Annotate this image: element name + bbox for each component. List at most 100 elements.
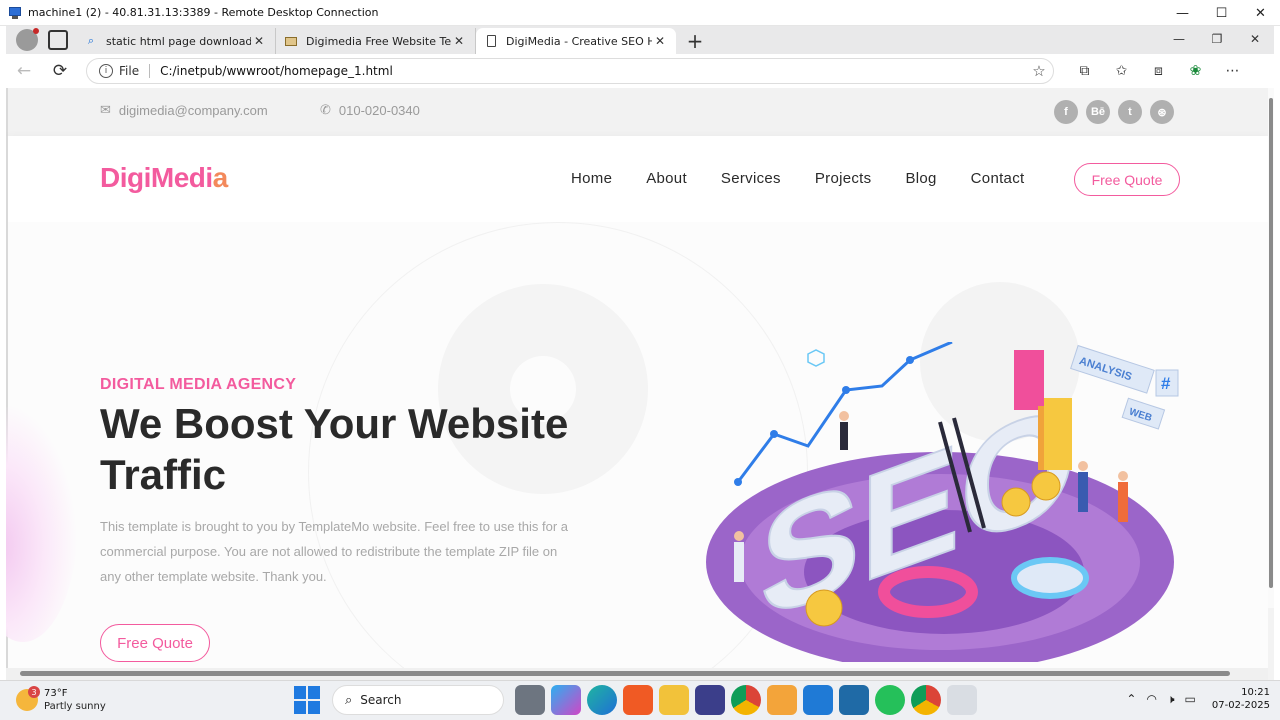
tab-title: Digimedia Free Website Template xyxy=(306,34,451,48)
vertical-scrollbar[interactable] xyxy=(1268,88,1274,608)
template-icon xyxy=(284,34,298,48)
start-button[interactable] xyxy=(294,686,322,714)
tab-close-icon[interactable]: ✕ xyxy=(652,34,668,48)
vscode-icon[interactable] xyxy=(803,685,833,715)
hash-tag: # xyxy=(1161,374,1171,393)
menu-item-projects[interactable]: Projects xyxy=(815,170,872,187)
rdp-title-bar: machine1 (2) - 40.81.31.13:3389 - Remote… xyxy=(0,0,1280,26)
menu-item-about[interactable]: About xyxy=(646,170,687,187)
free-quote-hero-button[interactable]: Free Quote xyxy=(100,624,210,662)
back-button[interactable]: ← xyxy=(6,56,42,86)
info-icon[interactable]: i xyxy=(99,64,113,78)
chrome-profile-icon[interactable] xyxy=(911,685,941,715)
refresh-button[interactable]: ⟳ xyxy=(42,56,78,86)
browser-maximize-button[interactable]: ❐ xyxy=(1198,26,1236,52)
facebook-icon[interactable]: f xyxy=(1054,100,1078,124)
behance-icon[interactable]: Bē xyxy=(1086,100,1110,124)
decor-wave xyxy=(6,402,78,642)
favorite-star-icon[interactable]: ☆ xyxy=(1025,62,1053,80)
tab-title: static html page download - Sear xyxy=(106,34,251,48)
horizontal-scrollbar[interactable] xyxy=(6,668,1268,680)
app-icon[interactable] xyxy=(695,685,725,715)
envelope-icon: ✉ xyxy=(100,102,111,117)
browser-minimize-button[interactable]: — xyxy=(1160,26,1198,52)
tab-digimedia-active[interactable]: DigiMedia - Creative SEO HTML5 ✕ xyxy=(476,28,676,54)
windows-taskbar: 3 73°F Partly sunny ⌕ Search ⌃ ◠ 🕨 ▭ 10:2… xyxy=(0,680,1280,720)
tab-strip: ⌕ static html page download - Sear ✕ Dig… xyxy=(6,26,1274,54)
contact-phone[interactable]: ✆ 010-020-0340 xyxy=(320,102,420,118)
free-quote-nav-button[interactable]: Free Quote xyxy=(1074,163,1180,196)
favorites-icon[interactable]: ✩ xyxy=(1103,56,1140,86)
weather-sun-icon: 3 xyxy=(16,686,40,711)
edge-icon[interactable] xyxy=(587,685,617,715)
extensions-icon[interactable]: ❀ xyxy=(1177,56,1214,86)
hero-section: DIGITAL MEDIA AGENCY We Boost Your Websi… xyxy=(6,222,1268,668)
scheme-label: File xyxy=(119,64,151,78)
whatsapp-icon[interactable] xyxy=(875,685,905,715)
volume-icon[interactable]: 🕨 xyxy=(1167,692,1175,707)
search-icon: ⌕ xyxy=(345,692,353,708)
weather-badge: 3 xyxy=(28,686,40,698)
menu-item-blog[interactable]: Blog xyxy=(905,170,936,187)
store-icon[interactable] xyxy=(767,685,797,715)
dribbble-icon[interactable]: ⊛ xyxy=(1150,100,1174,124)
tab-digimedia-template[interactable]: Digimedia Free Website Template ✕ xyxy=(276,28,476,54)
site-navbar: DigiMedia Home About Services Projects B… xyxy=(6,136,1268,222)
menu-item-home[interactable]: Home xyxy=(571,170,612,187)
url-text[interactable]: C:/inetpub/wwwroot/homepage_1.html xyxy=(160,64,1025,78)
chrome-icon[interactable] xyxy=(731,685,761,715)
logo-text-main: DigiMedi xyxy=(100,162,213,193)
site-logo[interactable]: DigiMedia xyxy=(100,162,228,194)
remote-desktop-icon xyxy=(8,6,22,20)
clock-date: 07-02-2025 xyxy=(1211,700,1270,711)
hero-description: This template is brought to you by Templ… xyxy=(100,519,568,584)
logo-text-accent: a xyxy=(212,162,229,193)
tab-close-icon[interactable]: ✕ xyxy=(451,34,467,48)
tab-close-icon[interactable]: ✕ xyxy=(251,34,267,48)
task-view-icon[interactable] xyxy=(515,685,545,715)
search-icon: ⌕ xyxy=(87,34,95,47)
battery-icon[interactable]: ▭ xyxy=(1185,692,1196,706)
wifi-icon[interactable]: ◠ xyxy=(1146,692,1156,706)
taskbar-search[interactable]: ⌕ Search xyxy=(332,685,504,715)
new-tab-button[interactable]: + xyxy=(680,28,710,54)
remote-desktop-taskbar-icon[interactable] xyxy=(947,685,977,715)
tab-search[interactable]: ⌕ static html page download - Sear ✕ xyxy=(76,28,276,54)
browser-close-button[interactable]: ✕ xyxy=(1236,26,1274,52)
seo-illustration: SEO ANALYSIS # WEB xyxy=(706,342,1179,662)
page-icon xyxy=(484,34,498,48)
file-explorer-icon[interactable] xyxy=(659,685,689,715)
browser-window: ⌕ static html page download - Sear ✕ Dig… xyxy=(6,26,1274,680)
phone-icon: ✆ xyxy=(320,102,331,117)
copilot-icon[interactable] xyxy=(551,685,581,715)
workspaces-icon[interactable] xyxy=(48,30,68,50)
weather-widget[interactable]: 3 73°F Partly sunny xyxy=(16,686,106,713)
email-text: digimedia@company.com xyxy=(118,102,268,118)
split-screen-icon[interactable]: ⧉ xyxy=(1066,56,1103,86)
rdp-minimize-button[interactable]: — xyxy=(1163,0,1202,26)
main-menu: Home About Services Projects Blog Contac… xyxy=(571,170,1058,187)
browser-toolbar: ← ⟳ i File C:/inetpub/wwwroot/homepage_1… xyxy=(6,54,1274,88)
twitter-icon[interactable]: t xyxy=(1118,100,1142,124)
tray-chevron-icon[interactable]: ⌃ xyxy=(1126,692,1136,706)
clock-time: 10:21 xyxy=(1241,687,1270,698)
search-label: Search xyxy=(360,693,402,707)
rdp-maximize-button[interactable]: ☐ xyxy=(1202,0,1241,26)
address-bar[interactable]: i File C:/inetpub/wwwroot/homepage_1.htm… xyxy=(86,58,1054,84)
contact-email[interactable]: ✉ digimedia@company.com xyxy=(100,102,268,118)
weather-condition: Partly sunny xyxy=(44,701,106,712)
hero-eyebrow: DIGITAL MEDIA AGENCY xyxy=(100,376,297,393)
rdp-window-title: machine1 (2) - 40.81.31.13:3389 - Remote… xyxy=(28,6,379,19)
top-info-bar: ✉ digimedia@company.com ✆ 010-020-0340 f… xyxy=(6,88,1268,136)
collections-icon[interactable]: ⧈ xyxy=(1140,56,1177,86)
rdp-close-button[interactable]: ✕ xyxy=(1241,0,1280,26)
phone-text: 010-020-0340 xyxy=(338,102,420,118)
more-menu-icon[interactable]: ⋯ xyxy=(1214,56,1251,86)
menu-item-contact[interactable]: Contact xyxy=(971,170,1025,187)
menu-item-services[interactable]: Services xyxy=(721,170,781,187)
profile-avatar[interactable] xyxy=(16,28,39,51)
brave-icon[interactable] xyxy=(623,685,653,715)
mysql-workbench-icon[interactable] xyxy=(839,685,869,715)
taskbar-clock[interactable]: 10:21 07-02-2025 xyxy=(1212,686,1270,712)
weather-temp: 73°F xyxy=(44,688,68,699)
